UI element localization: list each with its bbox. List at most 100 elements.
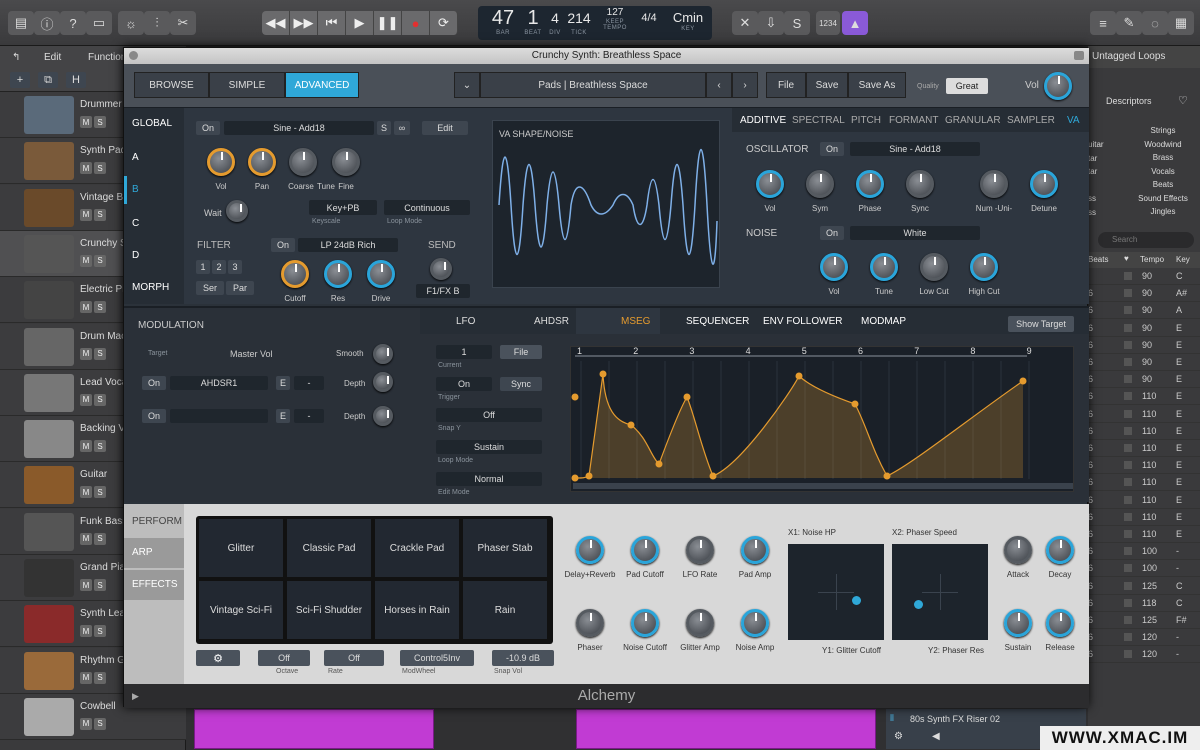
loop-favorite-checkbox[interactable] xyxy=(1124,392,1132,401)
target-value[interactable]: Master Vol xyxy=(230,349,273,359)
osc-on-button[interactable]: On xyxy=(820,142,844,156)
filter-3-button[interactable]: 3 xyxy=(228,260,242,274)
solo-button[interactable]: S xyxy=(94,440,106,453)
noise-on-button[interactable]: On xyxy=(820,226,844,240)
loop-row[interactable]: 6 110 E xyxy=(1088,457,1200,475)
region-cowbell-1[interactable] xyxy=(194,709,434,749)
metronome-icon[interactable]: ▲ xyxy=(842,11,868,35)
loop-favorite-checkbox[interactable] xyxy=(1124,547,1132,556)
noise-amp-knob[interactable] xyxy=(741,609,769,637)
sustain-knob[interactable] xyxy=(1004,609,1032,637)
solo-button[interactable]: S xyxy=(94,162,106,175)
col-favorite-icon[interactable]: ♥ xyxy=(1124,254,1129,263)
mute-button[interactable]: M xyxy=(80,671,92,684)
descriptor-button[interactable]: Brass xyxy=(1128,153,1198,162)
mod1-on-button[interactable]: On xyxy=(142,376,166,390)
filter-on-button[interactable]: On xyxy=(271,238,295,252)
pad-vintage-sci-fi[interactable]: Vintage Sci-Fi xyxy=(198,580,284,640)
mod2-on-button[interactable]: On xyxy=(142,409,166,423)
osc-sym-knob[interactable] xyxy=(806,170,834,198)
perform-settings-icon[interactable]: ⚙ xyxy=(196,650,240,666)
loop-favorite-checkbox[interactable] xyxy=(1124,650,1132,659)
loop-row[interactable]: 6 110 E xyxy=(1088,388,1200,406)
source-morph[interactable]: MORPH xyxy=(132,282,169,293)
loop-row[interactable]: 6 125 F# xyxy=(1088,612,1200,629)
tuner-icon[interactable]: ⇩ xyxy=(758,11,784,35)
show-target-button[interactable]: Show Target xyxy=(1008,316,1074,332)
solo-button[interactable]: S xyxy=(94,116,106,128)
filter-ser-button[interactable]: Ser xyxy=(196,281,224,295)
loop-favorite-checkbox[interactable] xyxy=(1124,409,1132,418)
snapvol-field[interactable]: -10.9 dB xyxy=(492,650,554,666)
descriptor-button[interactable]: tar xyxy=(1088,167,1097,176)
view-browse[interactable]: BROWSE xyxy=(134,72,209,98)
loop-favorite-checkbox[interactable] xyxy=(1124,323,1132,332)
notepad-icon[interactable]: ✎ xyxy=(1116,11,1142,35)
phaser-knob[interactable] xyxy=(576,609,604,637)
send-select[interactable]: F1/FX B xyxy=(416,284,470,298)
mute-button[interactable]: M xyxy=(80,393,92,406)
loop-favorite-checkbox[interactable] xyxy=(1124,598,1132,607)
loop-favorite-checkbox[interactable] xyxy=(1124,564,1132,573)
mute-button[interactable]: M xyxy=(80,532,92,545)
preview-gear-icon[interactable]: ⚙ xyxy=(894,731,903,742)
pad-glitter[interactable]: Glitter xyxy=(198,518,284,578)
loop-favorite-checkbox[interactable] xyxy=(1124,581,1132,590)
source-b[interactable]: B xyxy=(132,184,139,195)
tab-additive[interactable]: ADDITIVE xyxy=(740,115,786,126)
preset-name[interactable]: Pads | Breathless Space xyxy=(480,72,706,98)
mseg-snapy-select[interactable]: Off xyxy=(436,408,542,422)
smart-controls-icon[interactable]: ☼ xyxy=(118,11,144,35)
osc-vol-knob[interactable] xyxy=(756,170,784,198)
mod2-e-button[interactable]: E xyxy=(276,409,290,423)
loop-favorite-checkbox[interactable] xyxy=(1124,272,1132,280)
loop-row[interactable]: 6 118 C xyxy=(1088,595,1200,612)
preview-volume-icon[interactable]: ◀ xyxy=(932,731,940,742)
loop-row[interactable]: 6 90 E xyxy=(1088,354,1200,371)
mute-button[interactable]: M xyxy=(80,116,92,128)
xy-pad-1-handle[interactable] xyxy=(852,596,861,605)
prev-preset-icon[interactable]: ‹ xyxy=(706,72,732,98)
duplicate-track-icon[interactable]: ⧉ xyxy=(38,72,58,88)
mute-button[interactable]: M xyxy=(80,347,92,360)
toolbar-icon[interactable]: ▭ xyxy=(86,11,112,35)
col-key[interactable]: Key xyxy=(1176,255,1190,264)
loop-row[interactable]: 6 120 - xyxy=(1088,629,1200,647)
osc-num-knob[interactable] xyxy=(980,170,1008,198)
tab-env-follower[interactable]: ENV FOLLOWER xyxy=(763,316,842,327)
attack-knob[interactable] xyxy=(1004,536,1032,564)
descriptor-button[interactable]: Beats xyxy=(1128,180,1198,189)
filter-type-select[interactable]: LP 24dB Rich xyxy=(298,238,398,252)
loop-favorite-checkbox[interactable] xyxy=(1124,289,1132,298)
tab-perform[interactable]: PERFORM xyxy=(132,516,182,527)
tab-sampler[interactable]: SAMPLER xyxy=(1007,115,1055,126)
descriptor-button[interactable]: Sound Effects xyxy=(1128,194,1198,203)
loop-row[interactable]: 6 100 - xyxy=(1088,543,1200,561)
loop-row[interactable]: 6 110 E xyxy=(1088,492,1200,509)
pad-phaser-stab[interactable]: Phaser Stab xyxy=(462,518,548,578)
close-window-icon[interactable] xyxy=(129,51,138,60)
col-beats[interactable]: Beats xyxy=(1088,255,1108,264)
pad-rain[interactable]: Rain xyxy=(462,580,548,640)
mute-button[interactable]: M xyxy=(80,301,92,314)
decay-knob[interactable] xyxy=(1046,536,1074,564)
rewind-button[interactable]: ◀◀ xyxy=(262,11,290,35)
release-knob[interactable] xyxy=(1046,609,1074,637)
noise-type-select[interactable]: White xyxy=(850,226,980,240)
footer-expand-icon[interactable]: ▶ xyxy=(132,684,139,708)
mseg-file-button[interactable]: File xyxy=(500,345,542,359)
keyscale-select[interactable]: Key+PB xyxy=(309,200,377,215)
loop-favorite-checkbox[interactable] xyxy=(1124,495,1132,504)
source-coarse-knob[interactable] xyxy=(289,148,317,176)
mseg-sync-button[interactable]: Sync xyxy=(500,377,542,391)
library-icon[interactable]: ▤ xyxy=(8,11,34,35)
noise-vol-knob[interactable] xyxy=(820,253,848,281)
rate-select[interactable]: Off xyxy=(324,650,384,666)
solo-button[interactable]: S xyxy=(94,486,106,499)
loop-row[interactable]: 6 110 E xyxy=(1088,509,1200,526)
loop-row[interactable]: 6 90 E xyxy=(1088,371,1200,389)
xy-pad-1[interactable] xyxy=(788,544,884,640)
master-vol-knob[interactable] xyxy=(1044,72,1072,100)
wait-knob[interactable] xyxy=(226,200,248,222)
mod1-curve-select[interactable]: - xyxy=(294,376,324,390)
